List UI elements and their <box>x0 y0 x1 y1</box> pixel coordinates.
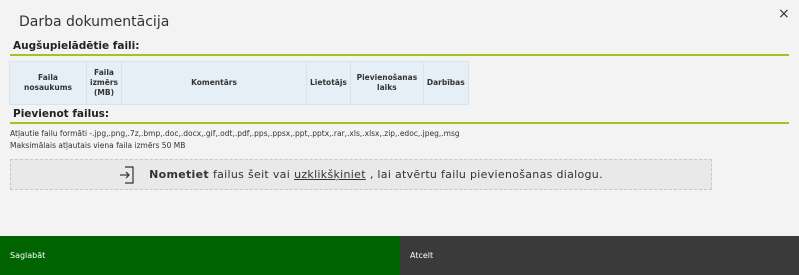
cancel-button-label: Atcelt <box>410 251 434 260</box>
section-divider <box>10 122 789 124</box>
column-header-added-time: Pievienošanas laiks <box>349 61 424 105</box>
dialog-title: Darba dokumentācija <box>19 14 170 30</box>
section-divider <box>10 54 789 56</box>
save-button[interactable]: Saglabāt <box>0 236 400 275</box>
column-header-file-name: Faila nosaukums <box>9 61 87 105</box>
save-button-label: Saglabāt <box>10 251 46 260</box>
table-header-row: Faila nosaukums Faila izmērs (MB) Koment… <box>9 61 469 105</box>
file-import-icon <box>120 165 134 184</box>
browse-files-link[interactable]: uzklikšķiniet <box>294 168 366 181</box>
close-icon[interactable]: × <box>778 7 790 21</box>
uploaded-files-heading: Augšupielādētie faili: <box>13 40 140 52</box>
column-header-file-size: Faila izmērs (MB) <box>85 61 123 105</box>
column-header-actions: Darbības <box>422 61 469 105</box>
column-header-user: Lietotājs <box>306 61 351 105</box>
max-size-text: Maksimālais atļautais viena faila izmērs… <box>10 141 186 150</box>
column-header-comment: Komentārs <box>121 61 308 105</box>
dropzone-text: failus šeit vai <box>212 168 291 181</box>
file-dropzone[interactable]: Nometiet failus šeit vai uzklikšķiniet, … <box>10 159 712 190</box>
add-files-heading: Pievienot failus: <box>13 108 110 120</box>
cancel-button[interactable]: Atcelt <box>400 236 799 275</box>
uploaded-files-table: Faila nosaukums Faila izmērs (MB) Koment… <box>9 61 469 105</box>
dropzone-bold-text: Nometiet <box>149 168 209 181</box>
allowed-formats-text: Atļautie failu formāti -.jpg,.png,.7z,.b… <box>10 129 460 138</box>
dropzone-text-end: , lai atvērtu failu pievienošanas dialog… <box>369 168 603 181</box>
